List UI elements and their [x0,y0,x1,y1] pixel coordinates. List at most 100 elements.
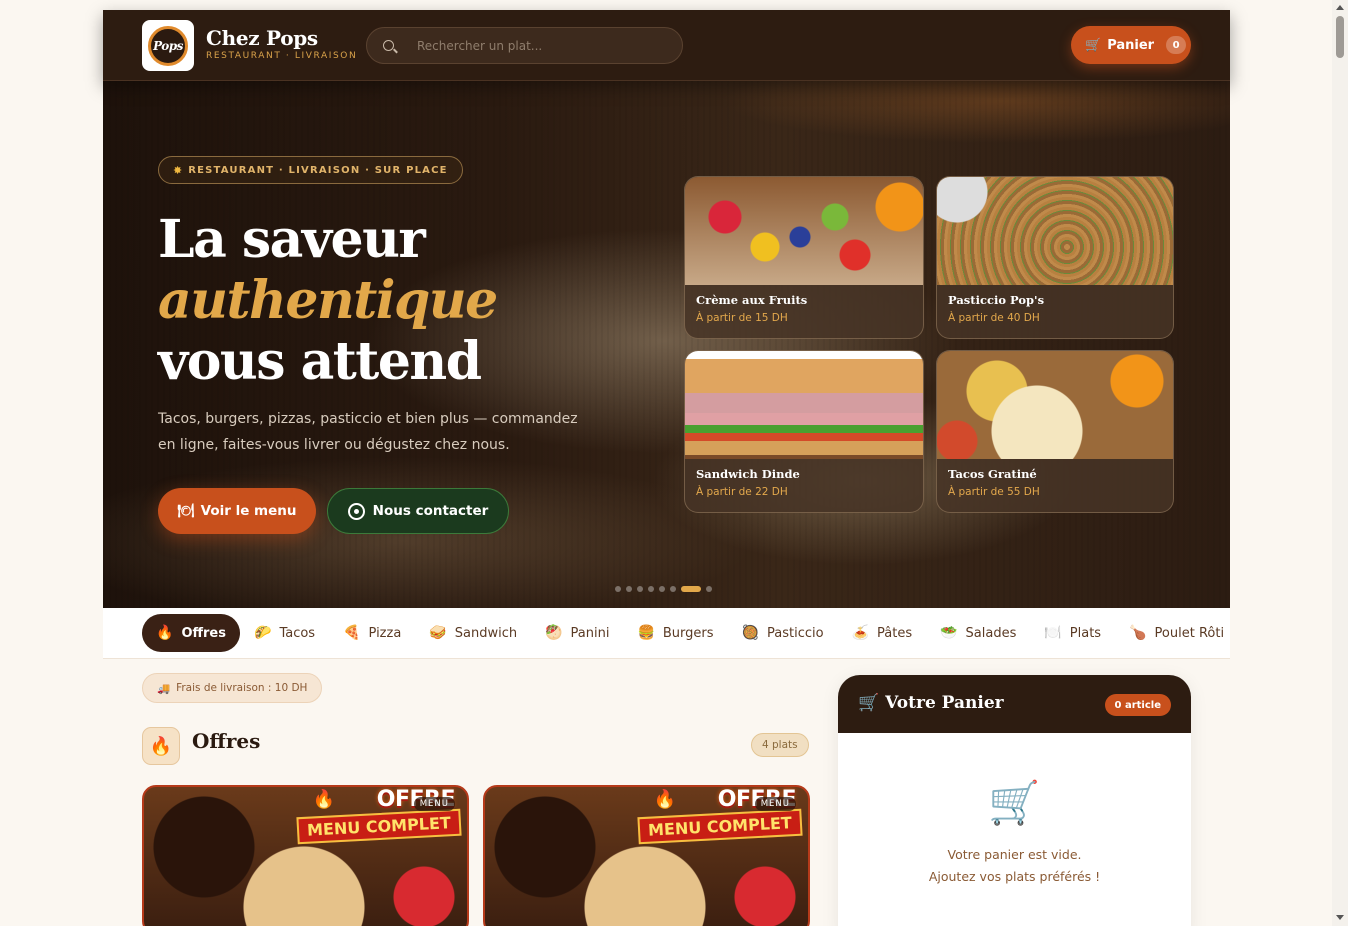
delivery-fee-pill: 🚚 Frais de livraison : 10 DH [142,673,323,703]
cart-panel-title: 🛒 Votre Panier [858,693,1004,713]
cart-panel-title-text: Votre Panier [885,693,1004,713]
offer-banner-subtitle: MENU COMPLET [637,808,803,845]
section-count-badge: 4 plats [751,733,809,757]
category-tab-burgers[interactable]: 🍔 Burgers [623,614,727,652]
view-menu-label: Voir le menu [200,503,297,519]
plate-icon: 🍽 [177,503,195,519]
cart-icon: 🛒 [1085,37,1102,53]
carousel-dot[interactable] [626,586,632,592]
tacos-smoothie-image [937,351,1173,459]
whatsapp-icon [347,502,365,520]
cart-button-label: Panier [1107,37,1155,53]
featured-card-price: À partir de 22 DH [696,486,788,498]
section-fire-icon: 🔥 [142,727,180,765]
featured-card-creme-aux-fruits[interactable]: Crème aux Fruits À partir de 15 DH [684,176,924,339]
category-tab-pizza[interactable]: 🍕 Pizza [329,614,415,652]
cart-count-badge: 0 [1166,36,1187,54]
category-label: Sandwich [454,625,518,641]
category-tab-poulet-r-ti[interactable]: 🍗 Poulet Rôti [1115,614,1238,652]
category-tab-pasticcio[interactable]: 🥘 Pasticcio [728,614,838,652]
featured-card-sandwich-dinde[interactable]: Sandwich Dinde À partir de 22 DH [684,350,924,513]
carousel-dot[interactable] [659,586,665,592]
hero-pill-text: RESTAURANT · LIVRAISON · SUR PLACE [188,164,448,176]
category-icon: 🔥 [156,625,174,641]
search-icon [383,40,394,51]
empty-cart-message: Votre panier est vide. [947,847,1082,862]
category-label: Pasticcio [766,625,824,641]
logo[interactable]: Pops [142,20,194,71]
featured-card-price: À partir de 15 DH [696,312,788,324]
pasticcio-image [937,177,1173,285]
carousel-dot[interactable] [637,586,643,592]
offer-tag: MENU [754,797,796,811]
truck-icon: 🚚 [157,682,171,695]
featured-card-name: Tacos Gratiné [948,467,1037,481]
carousel-dot[interactable] [706,586,712,592]
site-header: Pops Chez Pops RESTAURANT · LIVRAISON 🛒 … [103,10,1230,81]
search-bar[interactable] [366,27,683,64]
category-tab-plats[interactable]: 🍽️ Plats [1030,614,1115,652]
category-tab-p-tes[interactable]: 🍝 Pâtes [838,614,927,652]
carousel-dot[interactable] [670,586,676,592]
category-tab-tacos[interactable]: 🌮 Tacos [240,614,329,652]
category-label: Burgers [662,625,714,641]
carousel-dot[interactable] [615,586,621,592]
category-bar: 🔥 Offres 🌮 Tacos 🍕 Pizza 🥪 Sandwich 🥙 Panini 🍔 Burg… [103,608,1230,659]
logo-text: Pops [153,38,183,53]
category-icon: 🥘 [741,625,759,641]
cart-panel: 🛒 Votre Panier 0 article 🛒 Votre panier … [838,675,1191,926]
page-scrollbar[interactable] [1332,0,1348,926]
featured-card-name: Pasticcio Pop's [948,293,1045,307]
flame-icon: 🔥 [653,789,676,810]
category-icon: 🍕 [343,625,361,641]
category-list: 🔥 Offres 🌮 Tacos 🍕 Pizza 🥪 Sandwich 🥙 Panini 🍔 Burg… [142,614,1238,652]
category-label: Pizza [368,625,402,641]
scroll-thumb[interactable] [1336,16,1344,58]
offer-card[interactable]: 🔥 OFFRE MENU COMPLET MENU [142,785,469,926]
view-menu-button[interactable]: 🍽 Voir le menu [158,488,316,534]
category-tab-salades[interactable]: 🥗 Salades [926,614,1030,652]
category-label: Poulet Rôti [1154,625,1225,641]
featured-card-name: Sandwich Dinde [696,467,800,481]
carousel-dot[interactable] [681,586,701,592]
category-label: Panini [570,625,610,641]
fruit-cup-image [685,177,923,285]
offer-banner-subtitle: MENU COMPLET [296,808,462,845]
brand-tagline: RESTAURANT · LIVRAISON [206,51,358,61]
category-tab-offres[interactable]: 🔥 Offres [142,614,240,652]
hero-title: La saveur authentique vous attend [158,209,498,392]
category-tab-panini[interactable]: 🥙 Panini [531,614,623,652]
scroll-down-arrow-icon[interactable] [1336,915,1344,920]
category-icon: 🌮 [254,625,272,641]
cart-panel-header: 🛒 Votre Panier 0 article [838,675,1191,733]
featured-card-name: Crème aux Fruits [696,293,808,307]
flame-icon: 🔥 [312,789,335,810]
category-icon: 🍝 [851,625,869,641]
featured-card-tacos-gratine[interactable]: Tacos Gratiné À partir de 55 DH [936,350,1174,513]
category-label: Salades [965,625,1017,641]
featured-card-pasticcio[interactable]: Pasticcio Pop's À partir de 40 DH [936,176,1174,339]
search-input[interactable] [417,37,667,55]
category-icon: 🥗 [940,625,958,641]
category-icon: 🥙 [545,625,563,641]
brand-name: Chez Pops [206,26,318,50]
offer-tag: MENU [413,797,455,811]
category-icon: 🍽️ [1044,625,1062,641]
featured-card-price: À partir de 40 DH [948,312,1040,324]
cart-icon: 🛒 [858,693,880,713]
offer-card[interactable]: 🔥 OFFRE MENU COMPLET MENU [483,785,810,926]
category-tab-sandwich[interactable]: 🥪 Sandwich [415,614,531,652]
scroll-up-arrow-icon[interactable] [1336,5,1344,10]
contact-label: Nous contacter [372,503,489,519]
star-icon: ✸ [173,163,183,177]
contact-button[interactable]: Nous contacter [327,488,509,534]
featured-card-price: À partir de 55 DH [948,486,1040,498]
carousel-dot[interactable] [648,586,654,592]
category-label: Tacos [279,625,316,641]
category-label: Offres [181,625,226,641]
sandwich-image [685,351,923,459]
hero-title-line-3: vous attend [158,331,482,392]
carousel-dots [615,586,712,592]
cart-article-count: 0 article [1104,694,1171,716]
cart-button[interactable]: 🛒 Panier 0 [1071,26,1191,64]
